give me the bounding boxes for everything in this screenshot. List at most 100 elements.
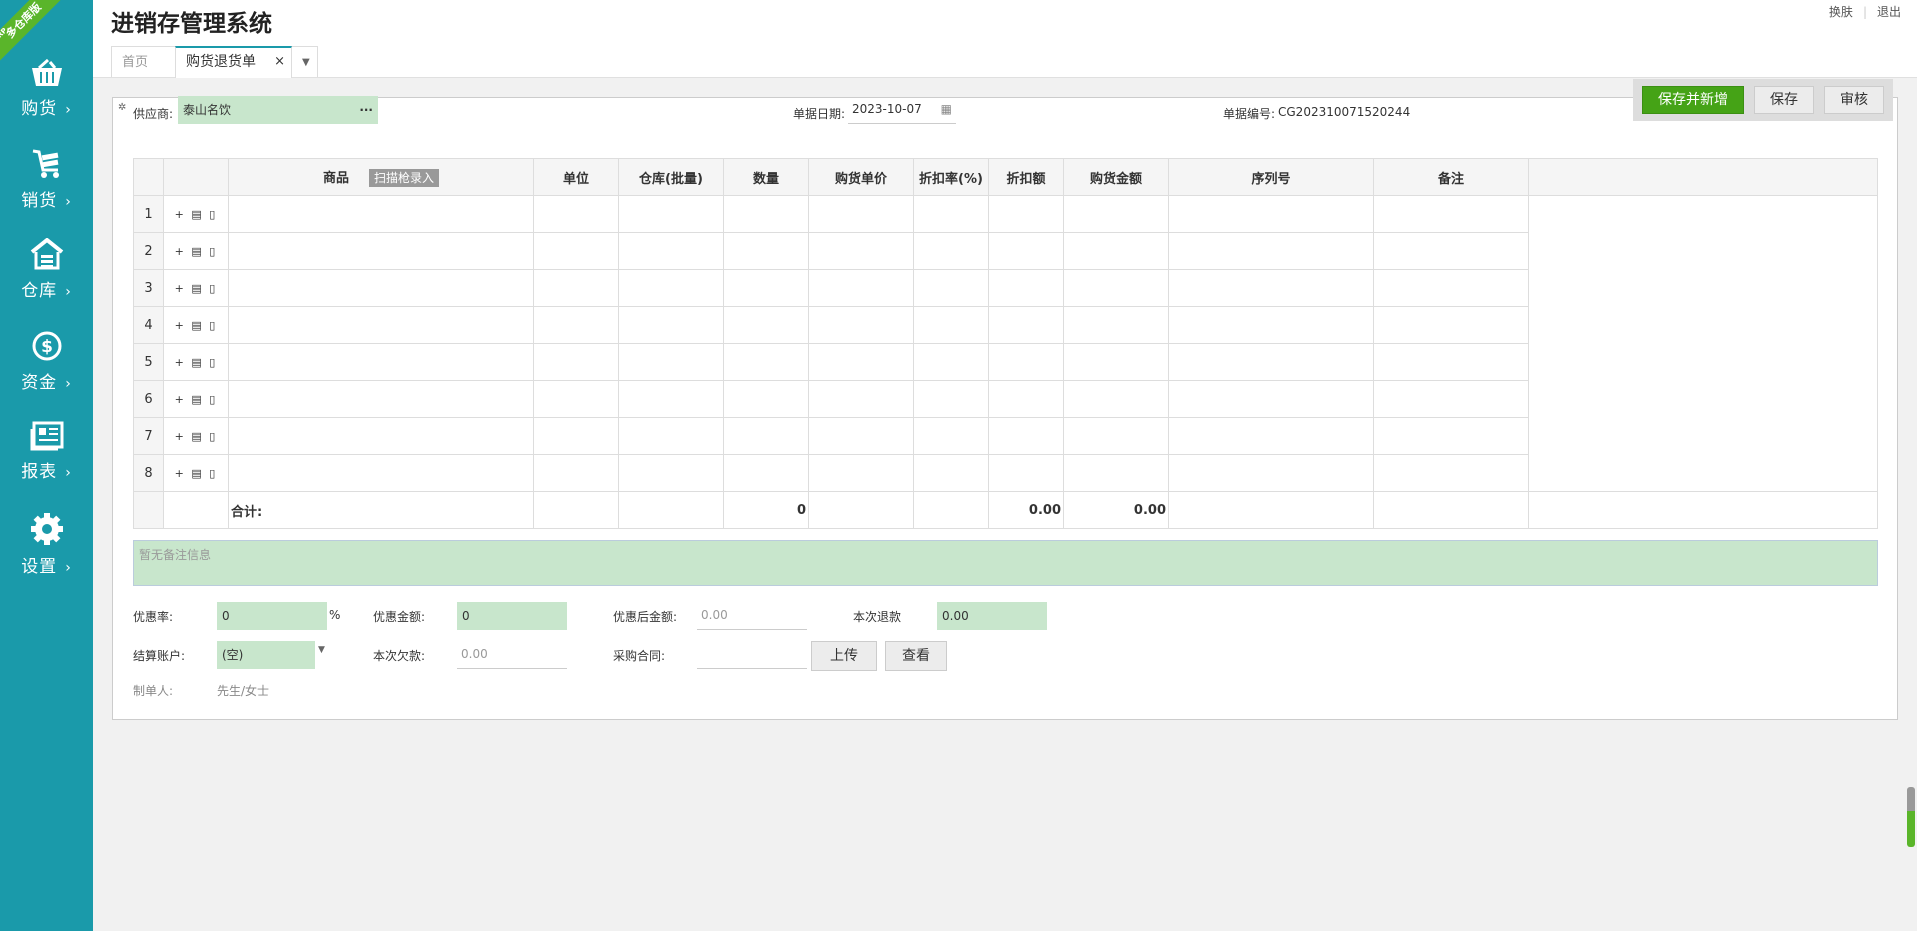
grid-cell[interactable] <box>1373 454 1529 492</box>
grid-cell[interactable] <box>988 195 1064 233</box>
grid-cell[interactable] <box>913 306 989 344</box>
grid-cell[interactable] <box>1373 380 1529 418</box>
delete-row-icon[interactable]: ▤ <box>191 467 203 480</box>
add-row-icon[interactable]: + <box>175 393 186 406</box>
add-row-icon[interactable]: + <box>175 208 186 221</box>
grid-cell[interactable] <box>913 195 989 233</box>
account-select[interactable]: (空) <box>217 641 315 669</box>
grid-cell[interactable] <box>723 343 809 381</box>
grid-cell[interactable] <box>533 232 619 270</box>
save-and-new-button[interactable]: 保存并新增 <box>1642 86 1744 114</box>
grid-cell[interactable] <box>1168 417 1374 455</box>
tab-more-dropdown[interactable]: ▼ <box>291 46 318 77</box>
grid-cell[interactable] <box>618 306 724 344</box>
grid-cell[interactable] <box>913 269 989 307</box>
grid-cell[interactable] <box>533 306 619 344</box>
grid-cell[interactable] <box>1063 195 1169 233</box>
table-row[interactable]: 3 + ▤ ▯ <box>133 269 1878 307</box>
grid-cell[interactable] <box>723 306 809 344</box>
grid-cell[interactable] <box>723 380 809 418</box>
cart-row-icon[interactable]: ▯ <box>209 393 217 406</box>
grid-cell[interactable] <box>228 454 534 492</box>
add-row-icon[interactable]: + <box>175 430 186 443</box>
delete-row-icon[interactable]: ▤ <box>191 245 203 258</box>
grid-cell[interactable] <box>618 417 724 455</box>
sidebar-item-reports[interactable]: 报表 › <box>0 421 93 501</box>
grid-cell[interactable] <box>618 232 724 270</box>
grid-cell[interactable] <box>533 417 619 455</box>
grid-cell[interactable] <box>1063 343 1169 381</box>
grid-cell[interactable] <box>618 454 724 492</box>
grid-cell[interactable] <box>988 417 1064 455</box>
grid-cell[interactable] <box>228 343 534 381</box>
delete-row-icon[interactable]: ▤ <box>191 393 203 406</box>
delete-row-icon[interactable]: ▤ <box>191 208 203 221</box>
grid-cell[interactable] <box>913 232 989 270</box>
cart-row-icon[interactable]: ▯ <box>209 208 217 221</box>
cart-row-icon[interactable]: ▯ <box>209 467 217 480</box>
cart-row-icon[interactable]: ▯ <box>209 319 217 332</box>
grid-cell[interactable] <box>723 454 809 492</box>
table-row[interactable]: 7 + ▤ ▯ <box>133 417 1878 455</box>
grid-cell[interactable] <box>808 380 914 418</box>
discount-rate-input[interactable]: 0 <box>217 602 327 630</box>
grid-cell[interactable] <box>1373 232 1529 270</box>
delete-row-icon[interactable]: ▤ <box>191 430 203 443</box>
grid-cell[interactable] <box>988 380 1064 418</box>
discount-amount-input[interactable]: 0 <box>457 602 567 630</box>
grid-cell[interactable] <box>228 417 534 455</box>
grid-cell[interactable] <box>228 195 534 233</box>
settings-small-icon[interactable]: ✲ <box>118 102 126 113</box>
table-row[interactable]: 2 + ▤ ▯ <box>133 232 1878 270</box>
cart-row-icon[interactable]: ▯ <box>209 245 217 258</box>
grid-cell[interactable] <box>913 380 989 418</box>
grid-cell[interactable] <box>1373 195 1529 233</box>
grid-cell[interactable] <box>1168 306 1374 344</box>
grid-cell[interactable] <box>723 195 809 233</box>
caret-down-icon[interactable]: ▼ <box>318 645 325 655</box>
grid-cell[interactable] <box>1373 306 1529 344</box>
audit-button[interactable]: 审核 <box>1824 86 1884 114</box>
grid-cell[interactable] <box>723 417 809 455</box>
sidebar-item-purchase[interactable]: 购货 › <box>0 58 93 138</box>
tab-purchase-return[interactable]: 购货退货单 × <box>175 46 292 78</box>
grid-cell[interactable] <box>1168 195 1374 233</box>
grid-cell[interactable] <box>1373 269 1529 307</box>
grid-cell[interactable] <box>533 343 619 381</box>
grid-cell[interactable] <box>808 195 914 233</box>
grid-cell[interactable] <box>913 343 989 381</box>
grid-cell[interactable] <box>228 232 534 270</box>
grid-cell[interactable] <box>1168 343 1374 381</box>
grid-cell[interactable] <box>988 306 1064 344</box>
calendar-icon[interactable]: ▦ <box>941 96 952 122</box>
grid-cell[interactable] <box>618 269 724 307</box>
grid-cell[interactable] <box>228 380 534 418</box>
grid-cell[interactable] <box>723 232 809 270</box>
table-row[interactable]: 5 + ▤ ▯ <box>133 343 1878 381</box>
sidebar-item-settings[interactable]: 设置 › <box>0 512 93 592</box>
grid-cell[interactable] <box>533 195 619 233</box>
grid-cell[interactable] <box>1168 269 1374 307</box>
grid-cell[interactable] <box>988 269 1064 307</box>
cart-row-icon[interactable]: ▯ <box>209 282 217 295</box>
add-row-icon[interactable]: + <box>175 282 186 295</box>
more-icon[interactable]: ··· <box>359 97 373 123</box>
grid-cell[interactable] <box>533 454 619 492</box>
table-row[interactable]: 4 + ▤ ▯ <box>133 306 1878 344</box>
grid-cell[interactable] <box>533 380 619 418</box>
tab-home[interactable]: 首页 <box>111 46 176 77</box>
grid-cell[interactable] <box>913 454 989 492</box>
scan-entry-button[interactable]: 扫描枪录入 <box>369 169 440 187</box>
add-row-icon[interactable]: + <box>175 356 186 369</box>
sidebar-item-warehouse[interactable]: 仓库 › <box>0 238 93 318</box>
change-skin-link[interactable]: 换肤 <box>1829 5 1853 19</box>
grid-cell[interactable] <box>808 343 914 381</box>
grid-cell[interactable] <box>808 454 914 492</box>
grid-cell[interactable] <box>988 232 1064 270</box>
grid-cell[interactable] <box>1063 232 1169 270</box>
add-row-icon[interactable]: + <box>175 245 186 258</box>
grid-cell[interactable] <box>1063 380 1169 418</box>
grid-cell[interactable] <box>1373 343 1529 381</box>
grid-cell[interactable] <box>808 269 914 307</box>
close-icon[interactable]: × <box>274 48 285 76</box>
